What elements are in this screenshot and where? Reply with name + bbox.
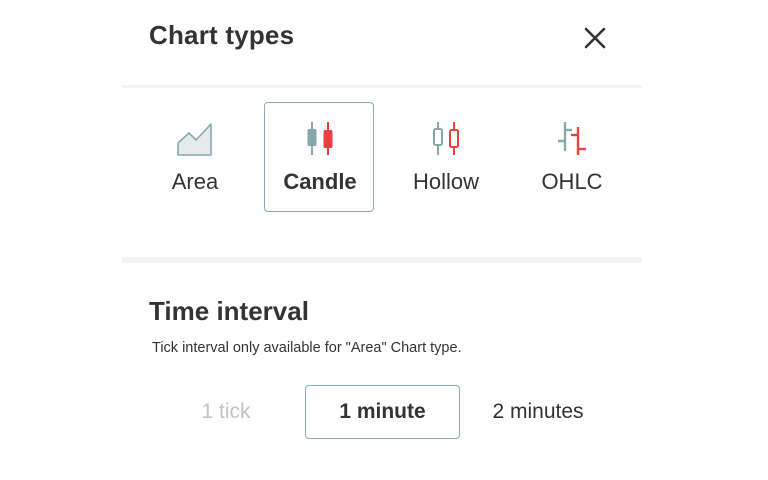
time-interval-options: 1 tick 1 minute 2 minutes: [122, 385, 642, 441]
panel-header: Chart types: [122, 0, 642, 86]
section-divider: [122, 257, 642, 263]
time-interval-title: Time interval: [149, 296, 309, 326]
hollow-candle-chart-icon: [433, 122, 459, 155]
interval-1-minute[interactable]: 1 minute: [305, 385, 460, 439]
panel-title: Chart types: [149, 20, 295, 50]
close-button[interactable]: [580, 23, 610, 53]
interval-2-minutes[interactable]: 2 minutes: [472, 385, 604, 439]
time-interval-note: Tick interval only available for "Area" …: [152, 340, 462, 356]
chart-settings-panel: Chart types Area Candle Hollow OHLC Time…: [122, 0, 642, 480]
chart-type-label: OHLC: [541, 169, 603, 194]
chart-type-area[interactable]: Area: [139, 102, 249, 212]
chart-type-candle[interactable]: Candle: [264, 102, 374, 212]
chart-type-ohlc[interactable]: OHLC: [516, 102, 626, 212]
close-icon: [584, 27, 606, 49]
chart-type-label: Area: [171, 169, 219, 194]
area-chart-icon: [177, 123, 212, 156]
chart-type-label: Hollow: [412, 169, 480, 194]
ohlc-chart-icon: [558, 122, 586, 155]
chart-type-hollow[interactable]: Hollow: [390, 102, 500, 212]
chart-type-label: Candle: [283, 169, 357, 194]
divider: [122, 85, 642, 88]
interval-1-tick: 1 tick: [201, 400, 251, 423]
chart-type-list: Area Candle Hollow OHLC: [122, 102, 642, 214]
candle-chart-icon: [307, 122, 333, 155]
